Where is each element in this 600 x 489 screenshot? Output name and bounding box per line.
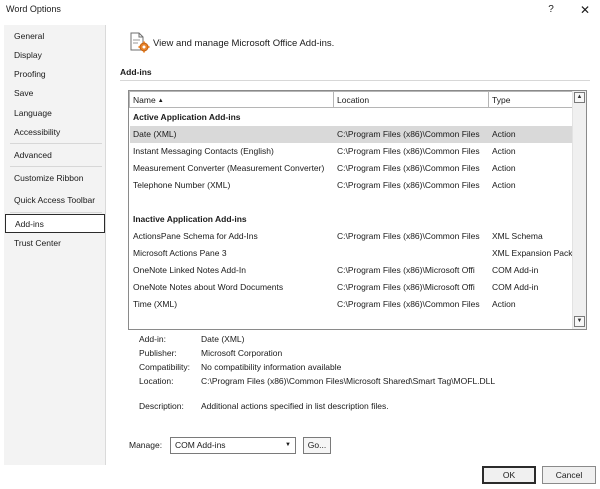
chevron-down-icon: ▼: [285, 442, 291, 448]
addin-type: Action: [492, 163, 516, 173]
addin-type: Action: [492, 180, 516, 190]
detail-addin-label: Add-in:: [139, 334, 166, 344]
addin-name: Time (XML): [133, 299, 178, 309]
detail-description-label: Description:: [139, 401, 184, 411]
detail-location-label: Location:: [139, 376, 174, 386]
section-divider: [120, 80, 590, 81]
group-title: Inactive Application Add-ins: [133, 214, 247, 224]
addin-location: C:\Program Files (x86)\Microsoft Offi: [337, 265, 475, 275]
detail-compat-label: Compatibility:: [139, 362, 191, 372]
addin-location: C:\Program Files (x86)\Microsoft Offi: [337, 282, 475, 292]
detail-location-value: C:\Program Files (x86)\Common Files\Micr…: [201, 376, 496, 386]
go-button[interactable]: Go...: [303, 437, 331, 454]
manage-dropdown[interactable]: COM Add-ins ▼: [170, 437, 296, 454]
group-header-active: Active Application Add-ins: [130, 109, 573, 126]
addin-type: COM Add-in: [492, 265, 539, 275]
addin-name: Telephone Number (XML): [133, 180, 231, 190]
table-row[interactable]: Measurement Converter (Measurement Conve…: [130, 160, 573, 177]
addin-name: OneNote Linked Notes Add-In: [133, 265, 246, 275]
column-header-location[interactable]: Location: [334, 91, 489, 108]
addin-type: Action: [492, 299, 516, 309]
addin-location: C:\Program Files (x86)\Common Files: [337, 180, 480, 190]
table-row[interactable]: Telephone Number (XML) C:\Program Files …: [130, 177, 573, 194]
table-row[interactable]: OneNote Linked Notes Add-In C:\Program F…: [130, 262, 573, 279]
addin-type: Action: [492, 129, 516, 139]
addin-name: OneNote Notes about Word Documents: [133, 282, 284, 292]
table-row[interactable]: Date (XML) C:\Program Files (x86)\Common…: [130, 126, 573, 143]
add-ins-gear-icon: [128, 31, 150, 53]
table-row[interactable]: Microsoft Actions Pane 3 XML Expansion P…: [130, 245, 573, 262]
scroll-up-icon[interactable]: ▲: [574, 92, 585, 103]
manage-label: Manage:: [129, 440, 163, 450]
detail-addin-value: Date (XML): [201, 334, 245, 344]
addin-type: XML Schema: [492, 231, 543, 241]
table-row[interactable]: OneNote Notes about Word Documents C:\Pr…: [130, 279, 573, 296]
addin-name: Measurement Converter (Measurement Conve…: [133, 163, 325, 173]
table-row[interactable]: ActionsPane Schema for Add-Ins C:\Progra…: [130, 228, 573, 245]
addin-location: C:\Program Files (x86)\Common Files: [337, 129, 480, 139]
list-header: Name ▲ Location Type: [129, 91, 573, 108]
group-title: Active Application Add-ins: [133, 112, 241, 122]
addin-name: Microsoft Actions Pane 3: [133, 248, 227, 258]
addin-name: Instant Messaging Contacts (English): [133, 146, 274, 156]
manage-dropdown-value: COM Add-ins: [175, 440, 226, 450]
addin-type: COM Add-in: [492, 282, 539, 292]
addin-location: C:\Program Files (x86)\Common Files: [337, 146, 480, 156]
list-scrollbar[interactable]: ▲ ▼: [572, 91, 586, 329]
table-row[interactable]: Instant Messaging Contacts (English) C:\…: [130, 143, 573, 160]
addin-type: Action: [492, 146, 516, 156]
column-header-type[interactable]: Type: [489, 91, 573, 108]
detail-publisher-label: Publisher:: [139, 348, 177, 358]
addin-name: ActionsPane Schema for Add-Ins: [133, 231, 258, 241]
addin-type: XML Expansion Pack: [492, 248, 573, 258]
add-ins-list[interactable]: Name ▲ Location Type Active Application A…: [128, 90, 587, 330]
table-row[interactable]: Time (XML) C:\Program Files (x86)\Common…: [130, 296, 573, 313]
detail-publisher-value: Microsoft Corporation: [201, 348, 283, 358]
addin-location: C:\Program Files (x86)\Common Files: [337, 163, 480, 173]
main-panel: View and manage Microsoft Office Add-ins…: [0, 0, 600, 489]
ok-button[interactable]: OK: [482, 466, 536, 484]
column-header-name[interactable]: Name ▲: [129, 91, 334, 108]
addin-location: C:\Program Files (x86)\Common Files: [337, 231, 480, 241]
scroll-down-icon[interactable]: ▼: [574, 316, 585, 327]
sort-ascending-icon: ▲: [157, 98, 164, 104]
group-header-inactive: Inactive Application Add-ins: [130, 211, 573, 228]
header-text: View and manage Microsoft Office Add-ins…: [153, 38, 335, 49]
column-name-label: Name: [133, 95, 156, 105]
detail-compat-value: No compatibility information available: [201, 362, 342, 372]
cancel-button[interactable]: Cancel: [542, 466, 596, 484]
section-title: Add-ins: [120, 67, 152, 77]
addin-location: C:\Program Files (x86)\Common Files: [337, 299, 480, 309]
detail-description-value: Additional actions specified in list des…: [201, 401, 389, 411]
addin-name: Date (XML): [133, 129, 177, 139]
